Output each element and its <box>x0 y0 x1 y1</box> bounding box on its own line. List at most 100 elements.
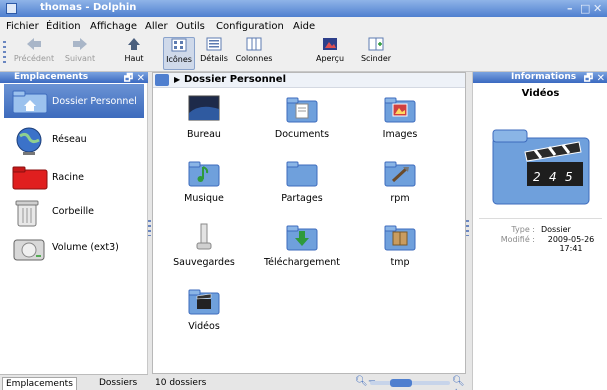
arrow-up-icon <box>128 38 140 50</box>
videos-folder-preview-icon: 2 4 5 <box>492 129 590 205</box>
columns-view-label: Colonnes <box>235 54 273 63</box>
folder-icon <box>286 161 318 187</box>
icons-view-icon <box>171 38 187 52</box>
tab-dossiers[interactable]: Dossiers <box>96 377 140 390</box>
file-view: ▶ Dossier Personnel Bureau Documents Ima… <box>152 72 466 374</box>
menu-aller[interactable]: Aller <box>145 21 168 32</box>
place-reseau[interactable]: Réseau <box>4 122 144 156</box>
preview-button[interactable]: Aperçu <box>312 37 348 63</box>
details-view-icon <box>206 37 222 51</box>
zoom-slider-handle[interactable] <box>390 379 412 387</box>
file-name: tmp <box>390 257 410 268</box>
places-panel-title: Emplacements <box>14 72 89 82</box>
clapper-number: 5 <box>565 170 573 184</box>
zoom-in-icon[interactable]: 🔍︎+ <box>452 376 472 390</box>
videos-folder-icon <box>188 289 220 315</box>
file-item-images[interactable]: Images <box>355 95 445 145</box>
globe-icon <box>16 127 42 155</box>
menu-configuration[interactable]: Configuration <box>216 21 284 32</box>
place-dossier-personnel[interactable]: Dossier Personnel <box>4 84 144 118</box>
file-name: Bureau <box>187 129 221 140</box>
modified-label: Modifié : <box>500 235 535 244</box>
menu-affichage[interactable]: Affichage <box>90 21 137 32</box>
split-button[interactable]: Scinder <box>356 37 396 63</box>
file-item-documents[interactable]: Documents <box>257 95 347 145</box>
forward-label: Suivant <box>64 54 96 63</box>
file-name: Documents <box>274 129 330 140</box>
file-item-bureau[interactable]: Bureau <box>159 95 249 145</box>
info-panel-title: Informations <box>511 72 577 82</box>
type-label: Type : <box>511 225 535 234</box>
maximize-button[interactable]: □ <box>580 2 590 15</box>
toolbar-grip[interactable] <box>3 41 6 63</box>
file-item-telechargement[interactable]: Téléchargement <box>257 223 347 273</box>
place-volume-ext3[interactable]: Volume (ext3) <box>4 230 144 264</box>
file-item-partages[interactable]: Partages <box>257 159 347 209</box>
places-panel: Emplacements 🗗 ✕ Dossier Personnel Résea… <box>0 72 148 390</box>
window-title: thomas - Dolphin <box>40 2 137 13</box>
place-label: Corbeille <box>52 206 94 217</box>
tab-emplacements[interactable]: Emplacements <box>2 377 77 390</box>
columns-view-button[interactable]: Colonnes <box>232 37 276 63</box>
breadcrumb-path[interactable]: Dossier Personnel <box>184 74 286 85</box>
close-button[interactable]: ✕ <box>593 2 602 15</box>
up-label: Haut <box>124 54 144 63</box>
info-separator <box>479 218 602 219</box>
places-tab-bar: Emplacements Dossiers <box>0 374 148 390</box>
status-bar: 10 dossiers 🔍︎− 🔍︎+ <box>150 374 472 390</box>
close-panel-icon[interactable]: 🗗 ✕ <box>584 71 605 88</box>
menu-outils[interactable]: Outils <box>176 21 205 32</box>
clapper-number: 4 <box>549 170 557 184</box>
menu-fichier[interactable]: Fichier <box>6 21 39 32</box>
toolbar: Précédent Suivant Haut Icônes Détails Co… <box>0 35 607 72</box>
details-view-button[interactable]: Détails <box>198 37 230 63</box>
info-panel-header: Informations 🗗 ✕ <box>473 72 607 84</box>
split-label: Scinder <box>360 54 392 63</box>
arrow-right-icon <box>73 38 87 50</box>
information-panel: Informations 🗗 ✕ Vidéos 2 4 5 Type : Dos… <box>472 72 607 390</box>
modified-value: 2009-05-26 17:41 <box>547 235 595 253</box>
documents-folder-icon <box>286 97 318 123</box>
type-value: Dossier <box>541 225 571 234</box>
menu-edition[interactable]: Édition <box>46 21 81 32</box>
columns-view-icon <box>246 37 262 51</box>
up-button[interactable]: Haut <box>120 37 148 63</box>
hard-drive-icon <box>13 239 45 261</box>
place-label: Réseau <box>52 134 87 145</box>
file-name: rpm <box>390 193 410 204</box>
file-item-musique[interactable]: Musique <box>159 159 249 209</box>
preview-icon <box>323 38 337 50</box>
place-corbeille[interactable]: Corbeille <box>4 194 144 228</box>
right-splitter-handle[interactable] <box>466 220 469 236</box>
menu-aide[interactable]: Aide <box>293 21 315 32</box>
title-bar[interactable]: thomas - Dolphin – □ ✕ <box>0 0 607 17</box>
breadcrumb-arrow-icon: ▶ <box>174 75 181 84</box>
file-name: Musique <box>184 193 224 204</box>
place-label: Volume (ext3) <box>52 242 119 253</box>
file-item-sauvegardes[interactable]: Sauvegardes <box>159 223 249 273</box>
place-racine[interactable]: Racine <box>4 160 144 194</box>
file-item-rpm[interactable]: rpm <box>355 159 445 209</box>
home-icon[interactable] <box>155 74 169 86</box>
app-icon[interactable] <box>6 3 17 14</box>
breadcrumb: ▶ Dossier Personnel <box>153 73 465 88</box>
preview-label: Aperçu <box>315 54 345 63</box>
music-folder-icon <box>188 161 220 187</box>
file-item-videos[interactable]: Vidéos <box>159 287 249 337</box>
icons-view-button[interactable]: Icônes <box>163 37 195 70</box>
split-view-icon <box>368 37 384 51</box>
home-folder-icon <box>12 90 48 114</box>
zoom-slider[interactable] <box>370 379 450 387</box>
minimize-button[interactable]: – <box>567 2 573 15</box>
file-name: Partages <box>281 193 323 204</box>
box-folder-icon <box>384 225 416 251</box>
file-name: Sauvegardes <box>173 257 235 268</box>
back-label: Précédent <box>13 54 55 63</box>
forward-button[interactable]: Suivant <box>60 37 100 63</box>
file-name: Téléchargement <box>263 257 341 268</box>
left-splitter-handle[interactable] <box>148 220 151 236</box>
tools-folder-icon <box>384 161 416 187</box>
file-item-tmp[interactable]: tmp <box>355 223 445 273</box>
back-button[interactable]: Précédent <box>10 37 58 63</box>
place-label: Racine <box>52 172 84 183</box>
